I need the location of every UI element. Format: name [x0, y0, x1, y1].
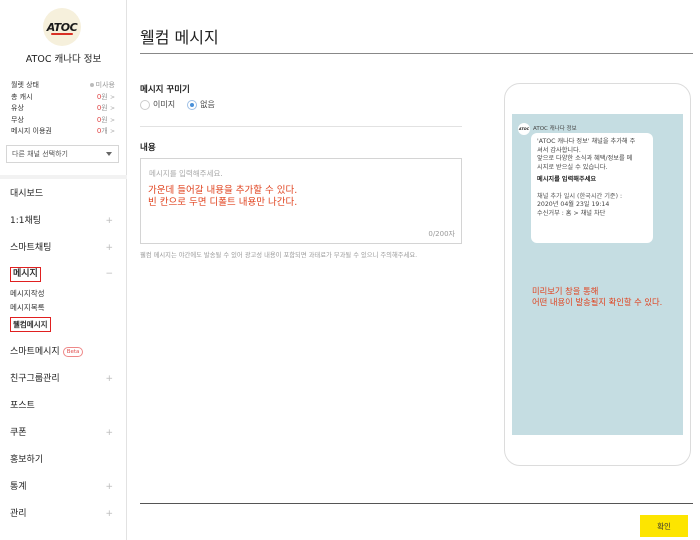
sidebar-group-message: 메시지 − 메시지작성 메시지목록 웰컴메시지	[0, 262, 127, 335]
sidebar-item-stats[interactable]: 통계 +	[0, 474, 127, 501]
radio-none-label[interactable]: 없음	[200, 99, 215, 110]
sidebar-item-friends[interactable]: 친구그룹관리 +	[0, 366, 127, 393]
bubble-meta-2: 2020년 04월 23일 19:14	[537, 201, 610, 208]
bubble-line: 셔서 감사합니다.	[537, 146, 581, 154]
sidebar-item-post[interactable]: 포스트	[0, 393, 127, 420]
main-content: 웰컴 메시지 메시지 꾸미기 이미지 없음 내용 메시지를 입력해주세요. 0/…	[128, 0, 700, 540]
channel-select-label: 다른 채널 선택하기	[12, 150, 68, 158]
stat-unit: 원	[101, 115, 108, 124]
char-counter: 0/200자	[428, 230, 455, 238]
bubble-line: 시지로 받으실 수 있습니다.	[537, 163, 608, 171]
sidebar-item-manage[interactable]: 관리 +	[0, 501, 127, 528]
page-title: 웰컴 메시지	[140, 28, 219, 47]
sidebar-subitem-welcome[interactable]: 웰컴메시지	[0, 315, 127, 335]
stat-unit: 원	[101, 104, 108, 112]
plus-icon: +	[105, 216, 113, 226]
minus-icon: −	[105, 269, 113, 279]
channel-logo: ATOC	[43, 8, 81, 46]
sidebar-item-message[interactable]: 메시지 −	[0, 262, 127, 287]
channel-select[interactable]: 다른 채널 선택하기	[6, 145, 119, 163]
stat-label: 총 캐시	[11, 92, 33, 101]
caret-down-icon	[106, 152, 112, 156]
wallet-stats: 월렛 상태 미사용 총 캐시 0원 > 유상 0원 > 무상 0원 > 메시지 …	[11, 80, 115, 138]
content-label: 내용	[140, 143, 156, 153]
plus-icon: +	[105, 482, 113, 492]
radio-image[interactable]	[140, 99, 150, 110]
radio-none[interactable]	[187, 99, 198, 110]
stat-paid: 유상 0원 >	[11, 103, 115, 115]
nav-divider	[0, 175, 127, 179]
decorate-radio-group: 이미지 없음	[140, 99, 227, 110]
chevron-right-icon: >	[109, 116, 115, 124]
phone-preview: ATOC ATOC 캐나다 정보 'ATOC 캐나다 정보' 채널을 추가해 주…	[504, 83, 691, 466]
bubble-meta-1: 채널 추가 일시 (한국시간 기준) :	[537, 192, 623, 200]
stat-unit: 원	[101, 92, 108, 101]
preview-avatar: ATOC	[518, 123, 530, 135]
sidebar-item-coupon[interactable]: 쿠폰 +	[0, 420, 127, 447]
sidebar-subitem-create[interactable]: 메시지작성	[0, 287, 127, 301]
radio-image-label[interactable]: 이미지	[153, 99, 175, 110]
annotation-line-1: 가운데 들어갈 내용을 추가할 수 있다.	[148, 185, 298, 196]
preview-annotation: 미리보기 창을 통해 어떤 내용이 발송될지 확인할 수 있다.	[532, 286, 662, 308]
preview-screen: ATOC ATOC 캐나다 정보 'ATOC 캐나다 정보' 채널을 추가해 주…	[512, 114, 683, 435]
logo-swoosh-icon	[51, 33, 73, 35]
plus-icon: +	[105, 428, 113, 438]
sidebar-item-smart-message[interactable]: 스마트메시지 Beta	[0, 339, 127, 366]
chevron-right-icon: >	[109, 105, 115, 112]
stat-wallet-status: 월렛 상태 미사용	[11, 80, 115, 92]
footer-divider	[140, 503, 693, 504]
sidebar: ATOC ATOC 캐나다 정보 월렛 상태 미사용 총 캐시 0원 > 유상 …	[0, 0, 127, 540]
preview-annotation-line-2: 어떤 내용이 발송될지 확인할 수 있다.	[532, 297, 663, 307]
sidebar-item-chat[interactable]: 1:1채팅 +	[0, 208, 127, 235]
bubble-input-prompt: 메시지를 입력해주세요	[537, 176, 597, 183]
title-divider	[140, 53, 693, 54]
bubble-line: 'ATOC 캐나다 정보' 채널을 추가해 주	[537, 138, 636, 145]
sidebar-item-promo[interactable]: 홍보하기	[0, 447, 127, 474]
chevron-right-icon: >	[109, 93, 115, 101]
chevron-right-icon: >	[109, 128, 115, 135]
logo-text: ATOC	[46, 20, 78, 34]
preview-channel-name: ATOC 캐나다 정보	[533, 126, 577, 132]
preview-message-bubble: 'ATOC 캐나다 정보' 채널을 추가해 주 셔서 감사합니다. 앞으로 다양…	[531, 133, 653, 243]
stat-label: 메시지 이용권	[11, 127, 52, 135]
decorate-label: 메시지 꾸미기	[140, 85, 190, 95]
stat-label: 월렛 상태	[11, 81, 39, 89]
confirm-button[interactable]: 확인	[640, 515, 688, 537]
status-dot-icon	[89, 83, 94, 87]
plus-icon: +	[105, 509, 113, 519]
preview-annotation-line-1: 미리보기 창을 통해	[532, 286, 599, 296]
beta-badge: Beta	[62, 346, 84, 357]
stat-value: 미사용	[95, 81, 115, 89]
stat-unit: 개	[101, 127, 108, 135]
sidebar-subitem-list[interactable]: 메시지목록	[0, 301, 127, 315]
sidebar-item-smartchat[interactable]: 스마트채팅 +	[0, 235, 127, 262]
warning-note: 웰컴 메시지는 야간에도 발송될 수 있어 광고성 내용이 포함되면 과태료가 …	[140, 252, 418, 259]
section-divider	[140, 126, 462, 127]
sidebar-item-dashboard[interactable]: 대시보드	[0, 181, 127, 208]
annotation-line-2: 빈 칸으로 두면 디폴트 내용만 나간다.	[148, 197, 298, 208]
bubble-line: 앞으로 다양한 소식과 혜택/정보를 메	[537, 155, 633, 162]
bubble-meta-3: 수신거부 : 홈 > 채널 차단	[537, 209, 606, 217]
stat-total-cash[interactable]: 총 캐시 0원 >	[11, 92, 115, 104]
plus-icon: +	[105, 243, 113, 253]
stat-message-voucher[interactable]: 메시지 이용권 0개 >	[11, 126, 115, 138]
channel-name: ATOC 캐나다 정보	[25, 54, 102, 65]
stat-label: 유상	[11, 104, 24, 112]
stat-free: 무상 0원 >	[11, 115, 115, 127]
textarea-placeholder: 메시지를 입력해주세요.	[149, 169, 223, 178]
sidebar-nav: 대시보드 1:1채팅 + 스마트채팅 + 메시지 − 메시지작성 메시지목록 웰컴메시…	[0, 181, 127, 528]
plus-icon: +	[105, 374, 113, 384]
stat-label: 무상	[11, 115, 24, 124]
